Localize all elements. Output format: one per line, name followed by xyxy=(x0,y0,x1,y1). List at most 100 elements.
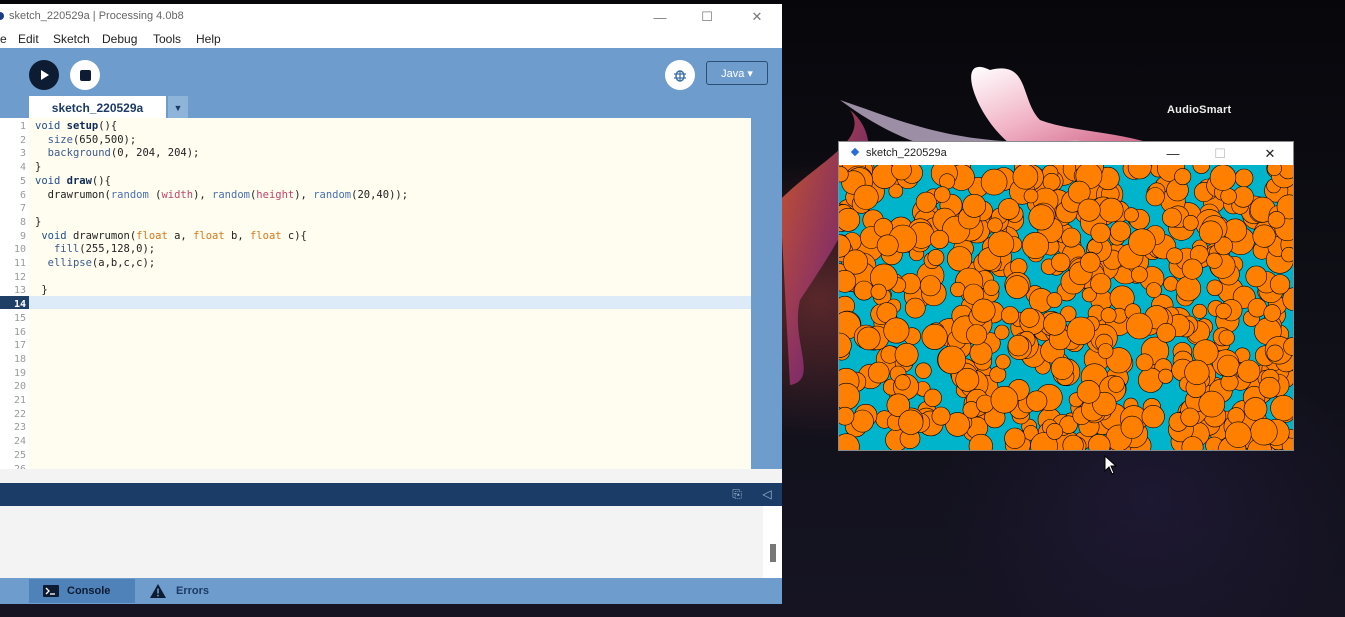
ide-titlebar[interactable]: sketch_220529a | Processing 4.0b8 — ☐ ✕ xyxy=(0,4,782,30)
code-editor: 1 2 3 4 5 6 7 8 9 10 11 12 13 14 15 16 17 18 19 20 21 22 23 24 2… xyxy=(0,118,782,469)
menu-help[interactable]: Help xyxy=(196,32,221,46)
orange-ellipse xyxy=(1005,275,1029,299)
orange-ellipse xyxy=(931,406,951,426)
orange-ellipse xyxy=(1023,188,1039,204)
console-scroll-thumb[interactable] xyxy=(770,544,776,562)
minimize-button[interactable]: — xyxy=(637,4,683,30)
menu-debug[interactable]: Debug xyxy=(102,32,137,46)
orange-ellipse xyxy=(980,168,1008,196)
orange-ellipse xyxy=(853,184,879,210)
sketch-window-title: sketch_220529a xyxy=(866,147,947,159)
line-number: 21 xyxy=(13,395,26,406)
orange-ellipse xyxy=(1028,204,1055,231)
line-number: 13 xyxy=(13,285,26,297)
debugger-toggle-button[interactable] xyxy=(665,60,695,90)
orange-ellipse xyxy=(1158,368,1174,384)
console-toggle-icon[interactable]: ⎘ xyxy=(730,487,744,501)
orange-ellipse xyxy=(966,324,988,346)
sketch-titlebar[interactable]: sketch_220529a — ☐ ✕ xyxy=(839,142,1293,165)
maximize-button[interactable]: ☐ xyxy=(684,4,730,30)
orange-ellipse xyxy=(1206,252,1223,269)
code-line: void draw(){ xyxy=(35,174,111,187)
code-text-area[interactable]: void setup(){ size(650,500); background(… xyxy=(29,118,751,469)
menu-tools[interactable]: Tools xyxy=(153,32,181,46)
orange-ellipse xyxy=(856,326,881,351)
tab-console-label: Console xyxy=(67,585,111,597)
sketch-output-window: sketch_220529a — ☐ ✕ xyxy=(838,141,1294,451)
line-number: 6 xyxy=(19,189,26,201)
processing-sketch-icon xyxy=(850,147,860,157)
menu-sketch[interactable]: Sketch xyxy=(53,32,90,46)
menu-edit[interactable]: Edit xyxy=(18,32,39,46)
code-line: drawrumon(random (width), random(height)… xyxy=(35,188,409,201)
console-output[interactable] xyxy=(0,506,782,578)
sketch-close-button[interactable]: ✕ xyxy=(1247,142,1293,165)
tab-errors[interactable]: Errors xyxy=(148,579,248,603)
orange-ellipse xyxy=(1234,168,1254,188)
close-icon: ✕ xyxy=(751,9,763,24)
orange-ellipse xyxy=(1269,274,1291,295)
orange-ellipse xyxy=(894,374,911,391)
orange-ellipse xyxy=(1166,247,1184,265)
line-number: 8 xyxy=(19,216,26,228)
orange-ellipse xyxy=(1237,359,1261,383)
orange-ellipse xyxy=(923,388,942,407)
close-button[interactable]: ✕ xyxy=(734,4,780,30)
mode-selector-dropdown[interactable]: Java ▾ xyxy=(706,61,768,85)
orange-ellipse xyxy=(1181,258,1203,280)
orange-ellipse xyxy=(1043,312,1067,336)
line-number: 9 xyxy=(19,230,26,242)
orange-ellipse xyxy=(1066,316,1096,346)
close-icon: ✕ xyxy=(1264,145,1276,161)
maximize-icon: ☐ xyxy=(1214,145,1226,161)
sketch-minimize-button[interactable]: — xyxy=(1150,142,1196,165)
orange-ellipse xyxy=(1019,307,1040,328)
orange-ellipse xyxy=(1097,343,1114,359)
orange-ellipse xyxy=(1192,303,1208,319)
orange-ellipse xyxy=(1046,422,1064,440)
editor-scrollbar[interactable] xyxy=(751,118,782,469)
run-button[interactable] xyxy=(29,60,59,90)
orange-ellipse xyxy=(1004,427,1026,449)
tab-sketch-220529a[interactable]: sketch_220529a xyxy=(29,96,166,120)
orange-ellipse xyxy=(905,297,926,319)
orange-ellipse xyxy=(937,345,967,375)
sketch-maximize-button[interactable]: ☐ xyxy=(1197,142,1243,165)
orange-ellipse xyxy=(920,275,942,297)
orange-ellipse xyxy=(1138,367,1164,393)
orange-ellipse xyxy=(1243,397,1268,421)
line-number: 20 xyxy=(13,381,26,393)
ide-window-title: sketch_220529a | Processing 4.0b8 xyxy=(9,10,184,22)
orange-ellipse xyxy=(1206,279,1223,297)
orange-ellipse xyxy=(1258,376,1281,399)
tab-console[interactable]: Console xyxy=(29,579,135,603)
chevron-down-icon: ▼ xyxy=(173,103,183,113)
orange-ellipse xyxy=(1026,390,1048,412)
line-number: 24 xyxy=(13,436,26,448)
orange-ellipse xyxy=(853,280,874,301)
menu-file[interactable]: e xyxy=(0,32,7,46)
footer-tab-bar: Console Errors xyxy=(0,578,782,604)
sketch-canvas[interactable] xyxy=(839,165,1294,451)
collapse-panel-icon[interactable]: ◁ xyxy=(760,487,774,501)
console-scrollbar[interactable] xyxy=(763,506,782,578)
orange-ellipse xyxy=(1061,227,1082,248)
stop-button[interactable] xyxy=(70,60,100,90)
orange-ellipse xyxy=(971,298,996,323)
orange-ellipse xyxy=(994,324,1010,340)
orange-ellipse xyxy=(1141,405,1165,429)
orange-ellipse xyxy=(927,249,945,266)
orange-ellipse xyxy=(1266,344,1284,362)
orange-ellipse xyxy=(915,362,932,379)
line-number: 25 xyxy=(13,449,26,461)
orange-ellipse xyxy=(839,207,861,232)
orange-ellipse xyxy=(1281,246,1293,263)
line-number: 4 xyxy=(19,162,26,174)
maximize-icon: ☐ xyxy=(701,9,713,24)
wallpaper-brand-label: AudioSmart xyxy=(1167,104,1232,116)
code-line: void setup(){ xyxy=(35,120,118,132)
tab-menu-button[interactable]: ▼ xyxy=(168,96,188,120)
orange-ellipse xyxy=(850,409,874,433)
code-line: fill(255,128,0); xyxy=(53,243,156,256)
orange-ellipse xyxy=(1174,168,1192,186)
